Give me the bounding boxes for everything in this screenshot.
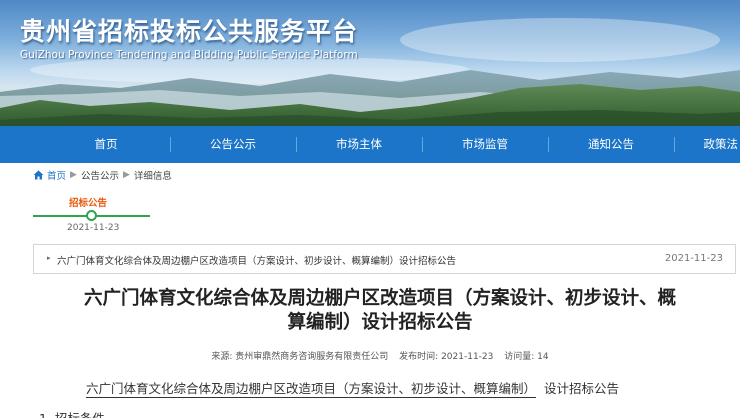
article-title: 六广门体育文化综合体及周边棚户区改造项目（方案设计、初步设计、概 算编制）设计招… bbox=[20, 287, 740, 335]
header-banner: 贵州省招标投标公共服务平台 GuiZhou Province Tendering… bbox=[0, 0, 740, 126]
nav-item-announcements[interactable]: 公告公示 bbox=[170, 126, 296, 163]
nav-item-home[interactable]: 首页 bbox=[43, 126, 169, 163]
main-nav: 首页 公告公示 市场主体 市场监管 通知公告 政策法 bbox=[0, 126, 740, 163]
related-notice-box: ▸ 六广门体育文化综合体及周边棚户区改造项目（方案设计、初步设计、概算编制）设计… bbox=[33, 244, 736, 274]
breadcrumb-announcements[interactable]: 公告公示 bbox=[81, 168, 119, 182]
article-subtitle-project-name: 六广门体育文化综合体及周边棚户区改造项目（方案设计、初步设计、概算编制） bbox=[86, 381, 537, 398]
chevron-right-icon: ▶ bbox=[122, 170, 130, 180]
related-notice-link[interactable]: 六广门体育文化综合体及周边棚户区改造项目（方案设计、初步设计、概算编制）设计招标… bbox=[57, 253, 456, 267]
breadcrumb-home[interactable]: 首页 bbox=[47, 168, 66, 182]
breadcrumb: 首页 ▶ 公告公示 ▶ 详细信息 bbox=[33, 168, 172, 182]
section-heading: 1. 招标条件 bbox=[39, 408, 105, 418]
timeline-node[interactable] bbox=[86, 210, 97, 221]
article-title-line-2: 算编制）设计招标公告 bbox=[287, 312, 473, 333]
article-view-count: 访问量: 14 bbox=[504, 352, 549, 362]
article-publish-time: 发布时间: 2021-11-23 bbox=[399, 352, 494, 362]
article-title-line-1: 六广门体育文化综合体及周边棚户区改造项目（方案设计、初步设计、概 bbox=[83, 288, 676, 309]
triangle-right-icon: ▸ bbox=[47, 254, 51, 262]
site-title: 贵州省招标投标公共服务平台 bbox=[20, 17, 359, 46]
home-icon bbox=[33, 170, 44, 180]
article-subtitle: 六广门体育文化综合体及周边棚户区改造项目（方案设计、初步设计、概算编制） 设计招标… bbox=[86, 378, 620, 398]
article-meta: 来源: 贵州审鼎然商务咨询服务有限责任公司 发布时间: 2021-11-23 访… bbox=[0, 349, 740, 362]
timeline-date: 2021-11-23 bbox=[67, 223, 120, 233]
site-subtitle: GuiZhou Province Tendering and Bidding P… bbox=[20, 49, 358, 61]
article-source: 来源: 贵州审鼎然商务咨询服务有限责任公司 bbox=[211, 352, 389, 362]
nav-item-market-entities[interactable]: 市场主体 bbox=[296, 126, 422, 163]
nav-item-notices[interactable]: 通知公告 bbox=[548, 126, 674, 163]
breadcrumb-current: 详细信息 bbox=[133, 171, 172, 182]
nav-item-policies[interactable]: 政策法 bbox=[674, 126, 740, 163]
chevron-right-icon: ▶ bbox=[70, 170, 77, 180]
nav-item-market-supervision[interactable]: 市场监管 bbox=[422, 126, 548, 163]
timeline-stage-label[interactable]: 招标公告 bbox=[69, 195, 107, 209]
related-notice-date: 2021-11-23 bbox=[664, 253, 723, 264]
article-subtitle-suffix: 设计招标公告 bbox=[544, 381, 620, 396]
